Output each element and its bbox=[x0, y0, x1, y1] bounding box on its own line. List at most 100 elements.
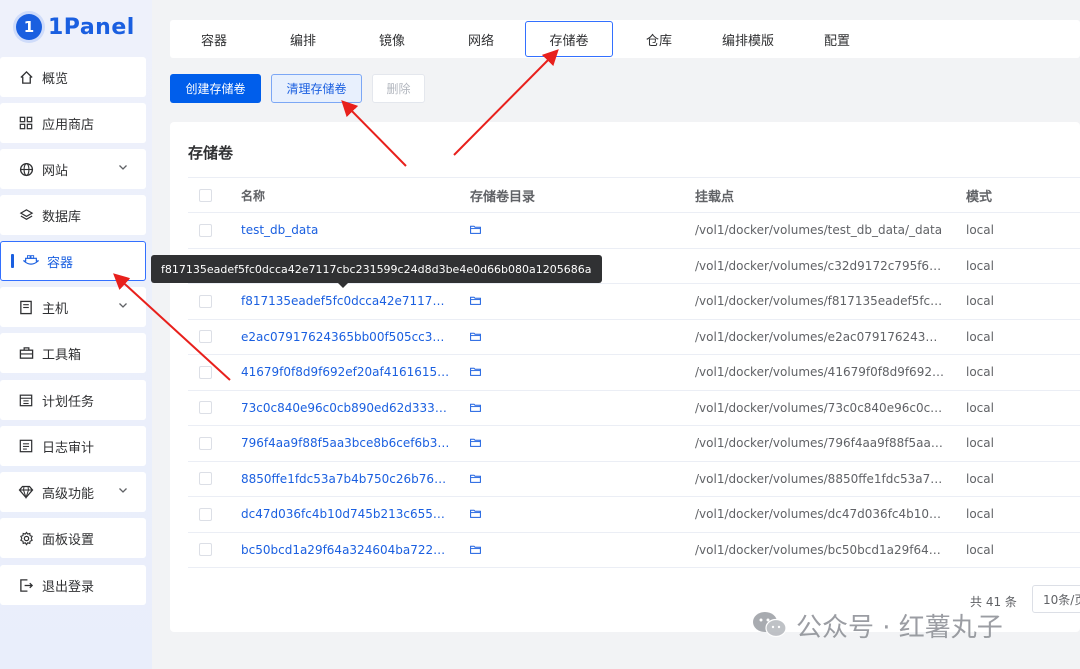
volume-name-link[interactable]: test_db_data bbox=[241, 223, 451, 237]
mode: local bbox=[966, 294, 994, 309]
sidebar-item-website[interactable]: 网站 bbox=[0, 149, 146, 189]
mount-point: /vol1/docker/volumes/test_db_data/_data bbox=[695, 223, 943, 238]
container-icon bbox=[23, 253, 39, 269]
wechat-icon bbox=[753, 612, 787, 638]
sidebar-item-label: 退出登录 bbox=[42, 579, 95, 595]
active-marker bbox=[11, 254, 14, 268]
mode: local bbox=[966, 258, 994, 273]
tab-images[interactable]: 镜像 bbox=[348, 20, 436, 58]
row-checkbox[interactable] bbox=[199, 330, 212, 344]
tab-volumes[interactable]: 存储卷 bbox=[525, 21, 613, 57]
tab-compose-templates[interactable]: 编排模版 bbox=[704, 20, 792, 58]
folder-icon[interactable] bbox=[470, 436, 481, 450]
logo[interactable]: 1 1Panel bbox=[16, 10, 135, 44]
volume-name-link[interactable]: 8850ffe1fdc53a7b4b750c26b76b2... bbox=[241, 472, 451, 486]
tab-bar: 容器 编排 镜像 网络 存储卷 仓库 编排模版 配置 bbox=[170, 20, 1080, 58]
gear-icon bbox=[18, 530, 34, 546]
sidebar-item-advanced[interactable]: 高级功能 bbox=[0, 472, 146, 512]
volume-name-link[interactable]: 41679f0f8d9f692ef20af4161615a4... bbox=[241, 365, 451, 379]
folder-icon[interactable] bbox=[470, 401, 481, 415]
row-checkbox[interactable] bbox=[199, 294, 212, 308]
sidebar-item-schedule[interactable]: 计划任务 bbox=[0, 380, 146, 420]
sidebar-item-log-audit[interactable]: 日志审计 bbox=[0, 426, 146, 466]
mount-point: /vol1/docker/volumes/e2ac07917624365b... bbox=[695, 329, 945, 344]
volume-name-link[interactable]: dc47d036fc4b10d745b213c6558b... bbox=[241, 507, 451, 521]
mode: local bbox=[966, 365, 994, 380]
select-all-checkbox[interactable] bbox=[199, 188, 212, 202]
tab-containers[interactable]: 容器 bbox=[170, 20, 258, 58]
sidebar-item-overview[interactable]: 概览 bbox=[0, 57, 146, 97]
folder-icon[interactable] bbox=[470, 294, 481, 308]
sidebar-item-host[interactable]: 主机 bbox=[0, 287, 146, 327]
prune-volumes-button[interactable]: 清理存储卷 bbox=[271, 74, 362, 103]
row-checkbox[interactable] bbox=[199, 543, 212, 557]
volume-name-link[interactable]: 796f4aa9f88f5aa3bce8b6cef6b3d0... bbox=[241, 436, 451, 450]
table-row: e2ac07917624365bb00f505cc38d... /vol1/doc… bbox=[188, 320, 1080, 355]
mount-point: /vol1/docker/volumes/73c0c840e96c0cb89..… bbox=[695, 400, 945, 415]
volumes-table: 名称 存储卷目录 挂载点 模式 test_db_data/vol1/docker… bbox=[188, 177, 1080, 568]
volume-name-link[interactable]: e2ac07917624365bb00f505cc38d... bbox=[241, 330, 451, 344]
table-row: bc50bcd1a29f64a324604ba72217... /vol1/doc… bbox=[188, 533, 1080, 568]
mode: local bbox=[966, 223, 994, 238]
sidebar-item-label: 高级功能 bbox=[42, 486, 95, 502]
mode: local bbox=[966, 400, 994, 415]
sidebar-item-label: 应用商店 bbox=[42, 117, 95, 133]
sidebar-item-app-store[interactable]: 应用商店 bbox=[0, 103, 146, 143]
sidebar-item-label: 面板设置 bbox=[42, 532, 95, 548]
sidebar-item-label: 数据库 bbox=[42, 209, 82, 225]
folder-icon[interactable] bbox=[470, 223, 481, 237]
home-icon bbox=[18, 69, 34, 85]
sidebar-item-label: 容器 bbox=[47, 255, 74, 271]
card-title: 存储卷 bbox=[188, 144, 234, 162]
header-name[interactable]: 名称 bbox=[241, 187, 451, 204]
grid-icon bbox=[18, 115, 34, 131]
chevron-down-icon bbox=[118, 161, 128, 176]
create-volume-button[interactable]: 创建存储卷 bbox=[170, 74, 261, 103]
volume-name-link[interactable]: bc50bcd1a29f64a324604ba72217... bbox=[241, 543, 451, 557]
tab-compose[interactable]: 编排 bbox=[259, 20, 347, 58]
sidebar-item-container[interactable]: 容器 bbox=[0, 241, 146, 281]
volumes-card: 存储卷 名称 存储卷目录 挂载点 模式 test_db_data/vol1/do… bbox=[170, 122, 1080, 632]
diamond-icon bbox=[18, 484, 34, 500]
sidebar-item-panel-settings[interactable]: 面板设置 bbox=[0, 518, 146, 558]
sidebar-item-logout[interactable]: 退出登录 bbox=[0, 565, 146, 605]
mode: local bbox=[966, 329, 994, 344]
table-row: test_db_data/vol1/docker/volumes/test_db… bbox=[188, 213, 1080, 249]
tab-config[interactable]: 配置 bbox=[793, 20, 881, 58]
log-icon bbox=[18, 438, 34, 454]
sidebar-item-label: 计划任务 bbox=[42, 394, 95, 410]
watermark-text: 公众号 · 红薯丸子 bbox=[796, 612, 1003, 643]
mount-point: /vol1/docker/volumes/8850ffe1fdc53a7b4b.… bbox=[695, 471, 945, 486]
table-row: 796f4aa9f88f5aa3bce8b6cef6b3d0... /vol1/d… bbox=[188, 426, 1080, 462]
table-row: dc47d036fc4b10d745b213c6558b... /vol1/doc… bbox=[188, 497, 1080, 533]
mount-point: /vol1/docker/volumes/f817135eadef5fc0dc.… bbox=[695, 294, 945, 309]
tab-repositories[interactable]: 仓库 bbox=[615, 20, 703, 58]
mount-point: /vol1/docker/volumes/c32d9172c795f6593..… bbox=[695, 258, 945, 273]
row-checkbox[interactable] bbox=[199, 223, 212, 237]
volume-name-link[interactable]: 73c0c840e96c0cb890ed62d33337... bbox=[241, 401, 451, 415]
row-checkbox[interactable] bbox=[199, 472, 212, 486]
watermark: 公众号 · 红薯丸子 bbox=[752, 608, 1003, 643]
delete-button[interactable]: 删除 bbox=[372, 74, 425, 103]
sidebar-item-label: 主机 bbox=[42, 301, 69, 317]
row-checkbox[interactable] bbox=[199, 401, 212, 415]
header-mode: 模式 bbox=[966, 189, 993, 205]
folder-icon[interactable] bbox=[470, 472, 481, 486]
folder-icon[interactable] bbox=[470, 365, 481, 379]
volume-name-link[interactable]: f817135eadef5fc0dcca42e7117cbc... bbox=[241, 294, 451, 308]
folder-icon[interactable] bbox=[470, 543, 481, 557]
page-size-select[interactable]: 10条/页 bbox=[1032, 585, 1080, 613]
mode: local bbox=[966, 436, 994, 451]
folder-icon[interactable] bbox=[470, 330, 481, 344]
sidebar-item-toolbox[interactable]: 工具箱 bbox=[0, 333, 146, 373]
table-row: 8850ffe1fdc53a7b4b750c26b76b2... /vol1/do… bbox=[188, 462, 1080, 497]
row-checkbox[interactable] bbox=[199, 507, 212, 521]
folder-icon[interactable] bbox=[470, 507, 481, 521]
tab-networks[interactable]: 网络 bbox=[437, 20, 525, 58]
logout-icon bbox=[18, 577, 34, 593]
sidebar-item-label: 网站 bbox=[42, 163, 69, 179]
row-checkbox[interactable] bbox=[199, 436, 212, 450]
header-mount[interactable]: 挂载点 bbox=[695, 186, 945, 205]
row-checkbox[interactable] bbox=[199, 365, 212, 379]
sidebar-item-database[interactable]: 数据库 bbox=[0, 195, 146, 235]
